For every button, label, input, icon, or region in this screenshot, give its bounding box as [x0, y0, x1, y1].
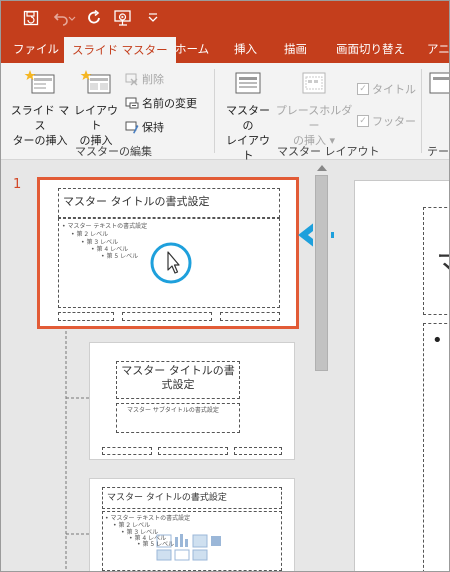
layout-thumbnail[interactable]: マスター タイトルの書式設定 マスター サブタイトルの書式設定	[90, 343, 294, 459]
tab-draw[interactable]: 描画	[284, 35, 307, 63]
ribbon: スライド マス ターの挿入 レイアウト の挿入 削除 名前の変更 保持 マスター…	[1, 63, 449, 163]
rename-label: 名前の変更	[142, 97, 197, 110]
master-layout-label-2: レイアウト	[226, 134, 270, 162]
title-checkbox[interactable]: ✓ タイトル	[357, 81, 416, 97]
group-label-master-layout: マスター レイアウト	[277, 145, 380, 158]
footer-checkbox-label: フッター	[372, 115, 416, 128]
insert-layout-button[interactable]: レイアウト の挿入	[71, 69, 121, 148]
insert-master-icon	[24, 70, 55, 94]
level5-label: 第 5 レベル	[106, 253, 139, 260]
slide-number-placeholder	[220, 312, 280, 321]
redo-icon[interactable]	[85, 8, 105, 28]
layout-title-placeholder: マスター タイトルの書式設定	[116, 361, 240, 399]
ribbon-tabs: ファイル スライド マスター ホーム 挿入 描画 画面切り替え アニメ	[1, 35, 449, 63]
slide-number: 1	[13, 177, 22, 192]
theme-button[interactable]	[427, 69, 449, 103]
group-label-theme: テー	[427, 145, 449, 158]
checkbox-checked-icon: ✓	[357, 115, 369, 127]
layout-tree-connector	[65, 326, 89, 571]
tab-animations[interactable]: アニメ	[427, 35, 449, 63]
group-label-master-edit: マスターの編集	[75, 145, 152, 158]
insert-placeholder-label-1: プレースホルダー	[275, 104, 353, 132]
layout-subtitle-text: マスター サブタイトルの書式設定	[127, 407, 219, 414]
customize-qat-icon[interactable]	[143, 8, 163, 28]
start-slideshow-icon[interactable]	[113, 8, 133, 28]
tab-slide-master[interactable]: スライド マスター	[64, 37, 176, 63]
main-bullet: •	[432, 330, 443, 351]
ribbon-separator	[421, 69, 422, 153]
tab-home[interactable]: ホーム	[175, 35, 209, 63]
rename-button[interactable]: 名前の変更	[125, 95, 197, 111]
cursor-highlight	[150, 242, 192, 284]
main-title-fragment: マ	[436, 240, 449, 284]
scroll-up-icon[interactable]	[317, 165, 327, 171]
tab-insert[interactable]: 挿入	[234, 35, 257, 63]
insert-layout-label-1: レイアウト	[74, 104, 118, 132]
thumbnail-scrollbar[interactable]	[313, 161, 331, 571]
ribbon-separator	[214, 69, 215, 153]
insert-slide-master-button[interactable]: スライド マス ターの挿入	[7, 69, 73, 148]
insert-master-label-1: スライド マス	[10, 104, 70, 132]
date-placeholder	[58, 312, 114, 321]
date-placeholder	[102, 447, 152, 455]
undo-dropdown-icon[interactable]	[67, 8, 77, 28]
master-title-text: マスター タイトルの書式設定	[63, 195, 210, 208]
slide-number-placeholder	[234, 447, 282, 455]
layout3-title-placeholder: マスター タイトルの書式設定	[102, 487, 282, 509]
tab-file[interactable]: ファイル	[13, 35, 59, 63]
master-title-placeholder: マスター タイトルの書式設定	[58, 188, 280, 218]
layout-thumbnail[interactable]: マスター タイトルの書式設定 • マスター テキストの書式設定 • 第 2 レベ…	[90, 479, 294, 571]
rename-icon	[125, 97, 139, 109]
footer-checkbox[interactable]: ✓ フッター	[357, 113, 416, 129]
preserve-button[interactable]: 保持	[125, 119, 164, 135]
tab-transitions[interactable]: 画面切り替え	[336, 35, 405, 63]
master-layout-label-1: マスターの	[226, 104, 270, 132]
delete-label: 削除	[142, 73, 164, 86]
footer-placeholder	[158, 447, 228, 455]
delete-icon	[125, 73, 138, 86]
title-bar	[1, 1, 449, 35]
layout-title-text: マスター タイトルの書式設定	[121, 364, 235, 391]
powerpoint-window: ファイル スライド マスター ホーム 挿入 描画 画面切り替え アニメ スライド…	[0, 0, 450, 572]
insert-master-label-2: ターの挿入	[12, 134, 68, 147]
delete-button[interactable]: 削除	[125, 71, 164, 87]
insert-layout-icon	[80, 70, 111, 94]
save-icon[interactable]	[21, 8, 41, 28]
slide-master-thumbnail[interactable]: マスター タイトルの書式設定 • マスター テキストの書式設定 • 第 2 レベ…	[37, 177, 299, 329]
insert-placeholder-icon	[302, 72, 326, 94]
main-slide-canvas[interactable]: マ •	[355, 181, 449, 571]
checkbox-checked-icon: ✓	[357, 83, 369, 95]
preserve-label: 保持	[142, 121, 164, 134]
main-body-placeholder[interactable]: •	[423, 323, 449, 571]
layout-subtitle-placeholder: マスター サブタイトルの書式設定	[116, 403, 240, 433]
insert-placeholder-button[interactable]: プレースホルダー の挿入 ▾	[273, 69, 355, 148]
theme-icon	[429, 72, 449, 94]
main-title-placeholder[interactable]: マ	[423, 207, 449, 315]
footer-placeholder	[122, 312, 212, 321]
title-checkbox-label: タイトル	[372, 83, 416, 96]
master-layout-button[interactable]: マスターの レイアウト	[221, 69, 275, 163]
insert-content-icons	[156, 534, 221, 561]
master-layout-icon	[235, 72, 261, 94]
preserve-icon	[125, 121, 139, 134]
layout3-content-placeholder: • マスター テキストの書式設定 • 第 2 レベル • 第 3 レベル • 第…	[102, 511, 282, 571]
layout3-title-text: マスター タイトルの書式設定	[107, 493, 227, 503]
scroll-thumb[interactable]	[315, 175, 328, 371]
level5-text: • 第 5 レベル	[101, 253, 139, 260]
